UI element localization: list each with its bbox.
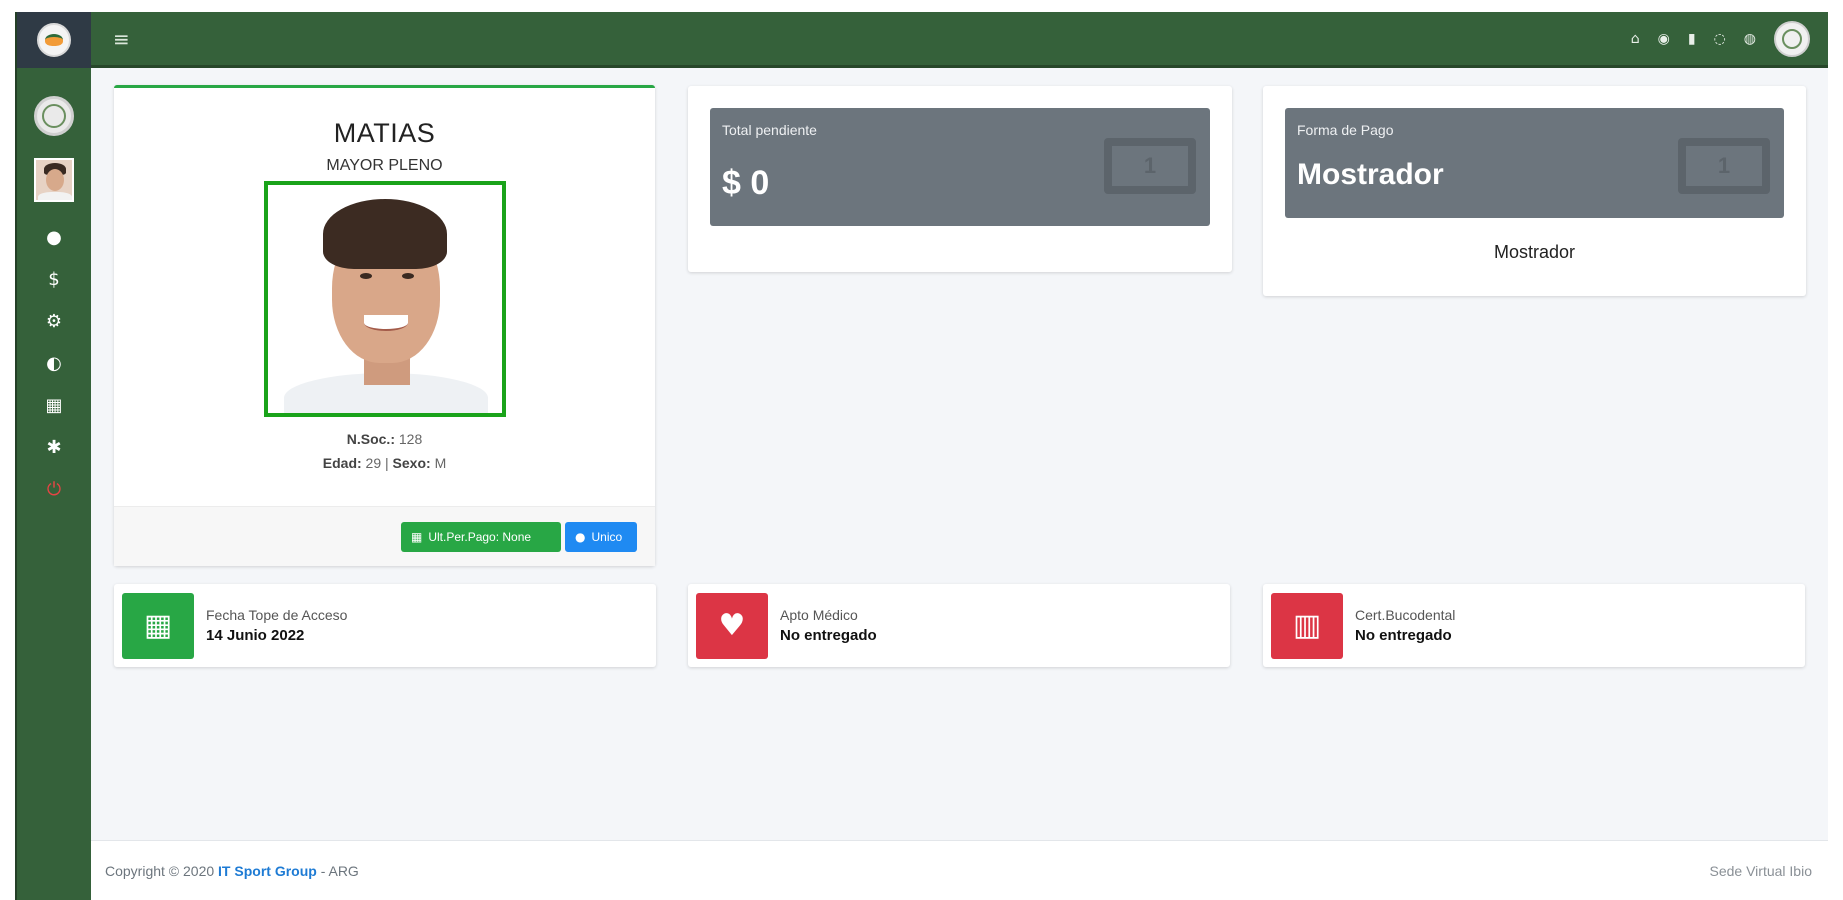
payment-subtext: Mostrador bbox=[1493, 242, 1576, 262]
medical-value: No entregado bbox=[780, 627, 877, 644]
edad-label: Edad: bbox=[322, 455, 362, 471]
hamburger-icon[interactable]: ≡ bbox=[113, 27, 130, 51]
pending-label: Total pendiente bbox=[722, 122, 817, 138]
payment-label: Forma de Pago bbox=[1297, 122, 1394, 138]
access-date-box: ▦ Fecha Tope de Acceso 14 Junio 2022 bbox=[114, 584, 656, 667]
side-menu: ● $ ⚙ ◐ ▦ ✱ ⏻ bbox=[17, 224, 91, 504]
nsoc-value: 128 bbox=[398, 431, 423, 447]
club-logo bbox=[34, 96, 74, 136]
dental-value: No entregado bbox=[1355, 627, 1452, 644]
brand-logo[interactable] bbox=[17, 12, 91, 68]
medical-label: Apto Médico bbox=[780, 607, 858, 623]
calendar-icon: ▦ bbox=[122, 592, 194, 659]
sexo-value: M bbox=[434, 455, 447, 471]
shield-icon[interactable]: ◐ bbox=[44, 350, 64, 378]
last-payment-button[interactable]: ▦ Ult.Per.Pago: None bbox=[401, 521, 561, 552]
document-icon[interactable]: ▮ bbox=[1688, 31, 1696, 47]
money-icon: 1 bbox=[1104, 138, 1196, 194]
meta-separator: | bbox=[385, 455, 389, 471]
home-icon[interactable]: ⌂ bbox=[1631, 31, 1640, 47]
sidebar: ● $ ⚙ ◐ ▦ ✱ ⏻ bbox=[15, 12, 91, 900]
footer: Copyright © 2020 IT Sport Group - ARG Se… bbox=[91, 840, 1828, 900]
user-avatar[interactable] bbox=[1774, 20, 1810, 57]
dental-box: ▥ Cert.Bucodental No entregado bbox=[1263, 584, 1805, 667]
dental-label: Cert.Bucodental bbox=[1355, 607, 1456, 623]
tools-icon[interactable]: ✱ bbox=[44, 434, 64, 462]
edad-value: 29 bbox=[365, 455, 382, 471]
calendar-icon[interactable]: ▦ bbox=[44, 392, 64, 420]
member-photo bbox=[263, 181, 506, 417]
site-name: Sede Virtual Ibio bbox=[1709, 862, 1812, 879]
dollar-icon[interactable]: $ bbox=[44, 266, 64, 294]
messages-icon[interactable]: ◍ bbox=[1744, 31, 1756, 47]
membership-type-button[interactable]: ● Unico bbox=[565, 521, 637, 552]
pending-card: Total pendiente $ 0 1 bbox=[688, 86, 1232, 272]
membership-type-label: Unico bbox=[591, 529, 623, 544]
settings-icon[interactable]: ⚙ bbox=[44, 308, 64, 336]
navbar-icons: ⌂ ◉ ▮ ◌ ◍ bbox=[1631, 20, 1810, 57]
brand-logo-icon bbox=[37, 23, 71, 57]
top-navbar: ≡ ⌂ ◉ ▮ ◌ ◍ bbox=[91, 12, 1828, 68]
payment-card: Forma de Pago Mostrador 1 Mostrador bbox=[1263, 86, 1806, 296]
heart-pulse-icon: ♥ bbox=[696, 592, 768, 659]
copyright: Copyright © 2020 IT Sport Group - ARG bbox=[105, 863, 359, 879]
profile-card: MATIAS MAYOR PLENO N.Soc.: 128 Edad: 29 … bbox=[114, 85, 655, 566]
sexo-label: Sexo: bbox=[392, 455, 431, 471]
eye-icon[interactable]: ◉ bbox=[1658, 31, 1670, 47]
power-icon[interactable]: ⏻ bbox=[44, 476, 64, 504]
access-date-label: Fecha Tope de Acceso bbox=[206, 607, 348, 623]
info-icon[interactable]: ● bbox=[44, 224, 64, 252]
access-date-value: 14 Junio 2022 bbox=[206, 627, 305, 644]
profile-card-footer: ▦ Ult.Per.Pago: None ● Unico bbox=[114, 506, 655, 566]
medical-box: ♥ Apto Médico No entregado bbox=[688, 584, 1230, 667]
avatar[interactable] bbox=[34, 158, 74, 202]
pending-box: Total pendiente $ 0 1 bbox=[710, 108, 1210, 226]
payment-box: Forma de Pago Mostrador 1 bbox=[1285, 108, 1784, 218]
member-name: MATIAS bbox=[333, 118, 436, 148]
money-icon: 1 bbox=[1678, 138, 1770, 194]
user-icon: ● bbox=[575, 529, 586, 544]
company-link[interactable]: IT Sport Group bbox=[218, 863, 317, 879]
chat-icon[interactable]: ◌ bbox=[1714, 31, 1726, 47]
member-category: MAYOR PLENO bbox=[326, 157, 443, 174]
calendar-icon: ▦ bbox=[411, 529, 423, 544]
member-meta: N.Soc.: 128 Edad: 29 | Sexo: M bbox=[114, 427, 655, 475]
copyright-suffix: - ARG bbox=[320, 862, 359, 879]
teeth-icon: ▥ bbox=[1271, 592, 1343, 659]
last-payment-label: Ult.Per.Pago: None bbox=[428, 529, 532, 544]
nsoc-label: N.Soc.: bbox=[346, 431, 395, 447]
copyright-text: Copyright © 2020 bbox=[105, 862, 215, 879]
